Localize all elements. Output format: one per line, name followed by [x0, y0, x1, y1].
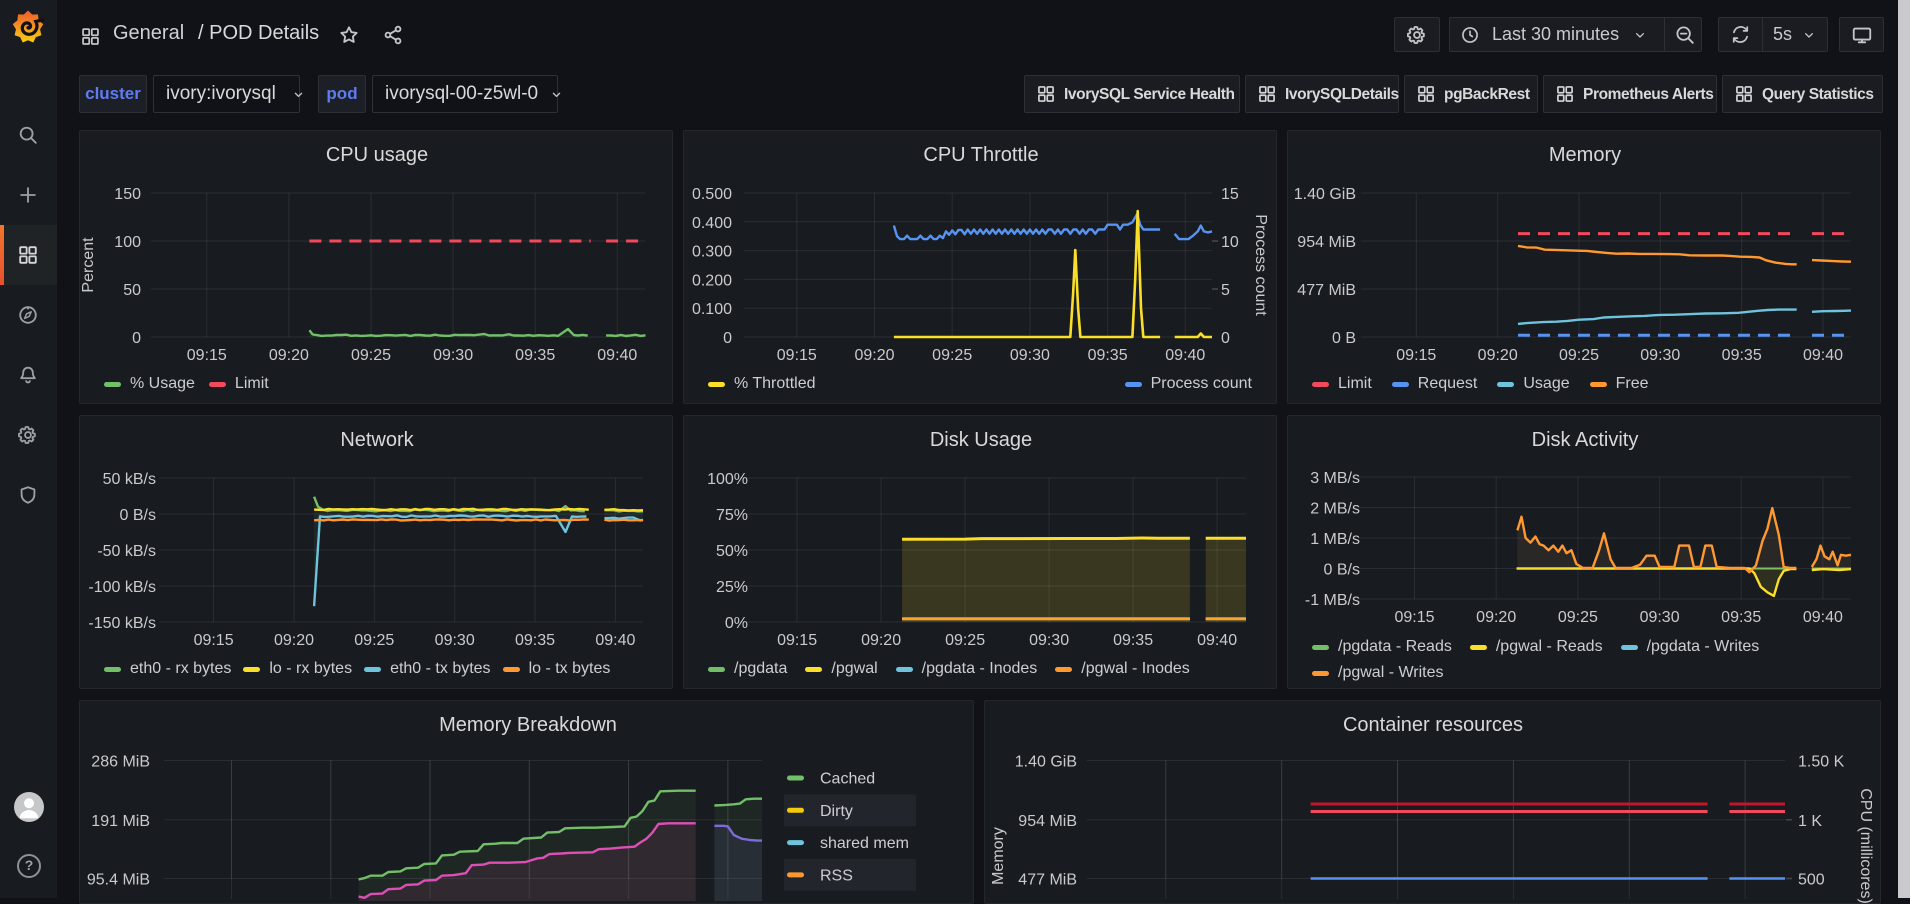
- svg-text:09:20: 09:20: [861, 632, 901, 649]
- svg-text:Dirty: Dirty: [820, 803, 853, 820]
- svg-text:3 MB/s: 3 MB/s: [1310, 470, 1360, 487]
- svg-text:09:35: 09:35: [1088, 347, 1128, 364]
- svg-text:09:40: 09:40: [597, 347, 637, 364]
- svg-text:1.40 GiB: 1.40 GiB: [1015, 754, 1077, 771]
- svg-text:Cached: Cached: [820, 771, 875, 788]
- svg-text:09:30: 09:30: [435, 632, 475, 649]
- svg-text:50%: 50%: [716, 543, 748, 560]
- svg-text:100%: 100%: [707, 471, 748, 488]
- svg-text:09:40: 09:40: [1803, 609, 1843, 626]
- svg-text:Disk Activity: Disk Activity: [1532, 429, 1639, 451]
- svg-text:0.400: 0.400: [692, 215, 732, 232]
- svg-text:100: 100: [114, 234, 141, 251]
- svg-text:09:30: 09:30: [1029, 632, 1069, 649]
- svg-text:0 B/s: 0 B/s: [1324, 562, 1360, 579]
- svg-text:CPU Throttle: CPU Throttle: [923, 144, 1038, 166]
- svg-text:09:30: 09:30: [1640, 609, 1680, 626]
- svg-text:09:25: 09:25: [354, 632, 394, 649]
- svg-text:09:25: 09:25: [945, 632, 985, 649]
- svg-text:191 MiB: 191 MiB: [91, 813, 150, 830]
- svg-text:150: 150: [114, 186, 141, 203]
- svg-text:09:25: 09:25: [351, 347, 391, 364]
- svg-text:RSS: RSS: [820, 867, 853, 884]
- svg-text:954 MiB: 954 MiB: [1018, 813, 1077, 830]
- svg-text:286 MiB: 286 MiB: [91, 754, 150, 771]
- svg-text:09:40: 09:40: [1165, 347, 1205, 364]
- svg-text:09:30: 09:30: [1640, 347, 1680, 364]
- svg-text:0: 0: [723, 330, 732, 347]
- svg-text:Memory Breakdown: Memory Breakdown: [439, 714, 617, 736]
- svg-text:Memory: Memory: [990, 827, 1007, 885]
- svg-text:Disk Usage: Disk Usage: [930, 429, 1032, 451]
- svg-text:09:20: 09:20: [269, 347, 309, 364]
- svg-text:1.40 GiB: 1.40 GiB: [1294, 186, 1356, 203]
- svg-text:50: 50: [123, 282, 141, 299]
- svg-text:0.100: 0.100: [692, 301, 732, 318]
- svg-text:Process count: Process count: [1252, 214, 1269, 316]
- svg-text:477 MiB: 477 MiB: [1018, 872, 1077, 889]
- svg-text:Container resources: Container resources: [1343, 714, 1523, 736]
- svg-text:09:15: 09:15: [1394, 609, 1434, 626]
- svg-text:2 MB/s: 2 MB/s: [1310, 501, 1360, 518]
- svg-text:-100 kB/s: -100 kB/s: [88, 579, 156, 596]
- svg-text:CPU (millicores): CPU (millicores): [1857, 788, 1874, 904]
- svg-text:0.500: 0.500: [692, 186, 732, 203]
- svg-text:09:25: 09:25: [1559, 347, 1599, 364]
- svg-text:15: 15: [1221, 186, 1239, 203]
- svg-text:09:25: 09:25: [932, 347, 972, 364]
- svg-text:09:40: 09:40: [1197, 632, 1237, 649]
- svg-text:09:40: 09:40: [1803, 347, 1843, 364]
- svg-text:-50 kB/s: -50 kB/s: [97, 543, 156, 560]
- svg-text:0: 0: [1221, 330, 1230, 347]
- svg-text:09:20: 09:20: [1478, 347, 1518, 364]
- svg-text:1.50 K: 1.50 K: [1798, 754, 1845, 771]
- svg-text:09:35: 09:35: [515, 347, 555, 364]
- svg-text:09:35: 09:35: [1721, 609, 1761, 626]
- svg-text:09:20: 09:20: [854, 347, 894, 364]
- svg-text:0.200: 0.200: [692, 272, 732, 289]
- svg-text:09:35: 09:35: [515, 632, 555, 649]
- svg-text:0 B: 0 B: [1332, 330, 1356, 347]
- svg-text:1 K: 1 K: [1798, 813, 1822, 830]
- svg-text:09:30: 09:30: [1010, 347, 1050, 364]
- svg-text:95.4 MiB: 95.4 MiB: [87, 872, 150, 889]
- svg-text:5: 5: [1221, 282, 1230, 299]
- svg-text:CPU usage: CPU usage: [326, 144, 428, 166]
- svg-text:-150 kB/s: -150 kB/s: [88, 615, 156, 632]
- svg-text:477 MiB: 477 MiB: [1297, 282, 1356, 299]
- svg-text:09:15: 09:15: [1396, 347, 1436, 364]
- svg-text:09:20: 09:20: [274, 632, 314, 649]
- svg-text:09:15: 09:15: [187, 347, 227, 364]
- svg-text:10: 10: [1221, 234, 1239, 251]
- svg-text:0%: 0%: [725, 615, 748, 632]
- svg-text:954 MiB: 954 MiB: [1297, 234, 1356, 251]
- svg-text:shared mem: shared mem: [820, 835, 909, 852]
- svg-text:09:20: 09:20: [1476, 609, 1516, 626]
- svg-text:0.300: 0.300: [692, 244, 732, 261]
- svg-text:09:15: 09:15: [777, 632, 817, 649]
- svg-text:1 MB/s: 1 MB/s: [1310, 531, 1360, 548]
- svg-text:Network: Network: [340, 429, 414, 451]
- svg-text:0: 0: [132, 330, 141, 347]
- svg-text:Percent: Percent: [80, 237, 97, 293]
- svg-text:09:15: 09:15: [194, 632, 234, 649]
- svg-text:500: 500: [1798, 872, 1825, 889]
- svg-text:Memory: Memory: [1549, 144, 1621, 166]
- svg-text:09:30: 09:30: [433, 347, 473, 364]
- svg-text:25%: 25%: [716, 579, 748, 596]
- svg-text:09:35: 09:35: [1113, 632, 1153, 649]
- svg-text:09:35: 09:35: [1722, 347, 1762, 364]
- svg-text:-1 MB/s: -1 MB/s: [1305, 592, 1360, 609]
- svg-text:09:15: 09:15: [777, 347, 817, 364]
- svg-text:09:40: 09:40: [595, 632, 635, 649]
- svg-text:75%: 75%: [716, 507, 748, 524]
- svg-text:50 kB/s: 50 kB/s: [103, 471, 156, 488]
- svg-text:09:25: 09:25: [1558, 609, 1598, 626]
- svg-text:0 B/s: 0 B/s: [120, 507, 156, 524]
